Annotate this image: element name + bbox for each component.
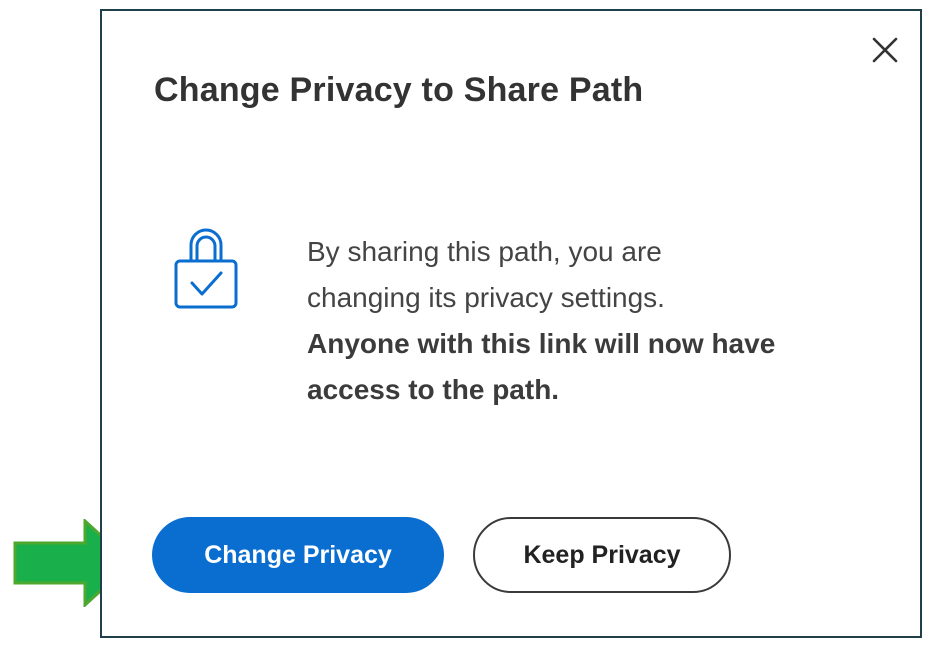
close-icon	[872, 37, 898, 63]
screenshot-stage: Change Privacy to Share Path By sharing …	[0, 0, 931, 648]
close-button[interactable]	[868, 33, 902, 67]
dialog-title: Change Privacy to Share Path	[154, 71, 644, 109]
message-line-2: changing its privacy settings.	[307, 282, 665, 313]
message-warning-line-1: Anyone with this link will now have	[307, 328, 776, 359]
message-warning-line-2: access to the path.	[307, 374, 560, 405]
privacy-dialog: Change Privacy to Share Path By sharing …	[100, 9, 922, 638]
dialog-message: By sharing this path, you are changing i…	[307, 229, 827, 413]
keep-privacy-button[interactable]: Keep Privacy	[473, 517, 731, 593]
lock-check-icon	[174, 228, 238, 309]
change-privacy-button[interactable]: Change Privacy	[152, 517, 444, 593]
message-line-1: By sharing this path, you are	[307, 236, 662, 267]
